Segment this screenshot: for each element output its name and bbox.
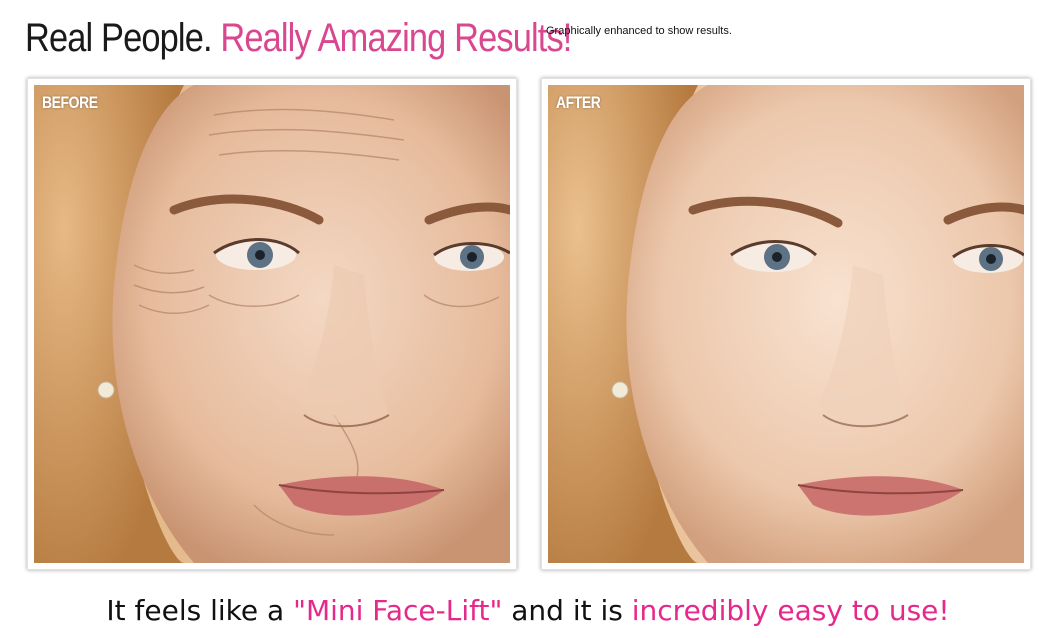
disclaimer-text: Graphically enhanced to show results.: [546, 25, 732, 37]
headline-part-pink: Really Amazing Results!: [220, 16, 572, 60]
after-face-image: [548, 85, 1024, 563]
after-photo-frame: AFTER: [541, 78, 1031, 570]
headline-part-dark: Real People.: [25, 16, 213, 60]
page: Real People. Really Amazing Results! Gra…: [0, 0, 1056, 638]
tagline-part-3: and it is: [511, 594, 623, 627]
before-face-image: [34, 85, 510, 563]
tagline: It feels like a "Mini Face-Lift" and it …: [0, 590, 1056, 632]
page-headline: Real People. Really Amazing Results!: [25, 14, 572, 62]
after-label: AFTER: [556, 93, 601, 112]
tagline-part-1: It feels like a: [106, 594, 285, 627]
tagline-part-4: incredibly easy to use!: [631, 594, 950, 627]
before-label: BEFORE: [42, 93, 98, 112]
before-photo-frame: BEFORE: [27, 78, 517, 570]
tagline-part-2: "Mini Face-Lift": [293, 594, 503, 627]
